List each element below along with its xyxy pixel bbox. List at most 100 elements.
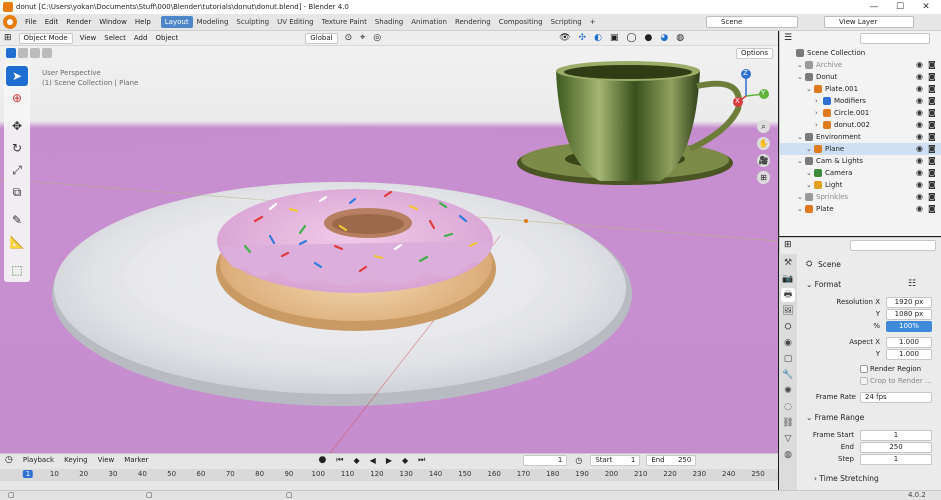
visibility-eye-icon[interactable]: ◉ — [916, 167, 923, 179]
render-visibility-icon[interactable]: ◙ — [928, 107, 936, 119]
menu-select[interactable]: Select — [100, 34, 130, 42]
gizmo-icon[interactable]: ✣ — [575, 33, 591, 43]
minimize-button[interactable]: — — [861, 0, 887, 14]
ortho-toggle-icon[interactable]: ⊞ — [757, 171, 770, 184]
outliner-row[interactable]: ⌄ Plate ◉ ◙ — [780, 203, 941, 215]
move-tool-icon[interactable]: ✥ — [6, 116, 28, 136]
expand-arrow-icon[interactable]: ⌄ — [806, 83, 812, 95]
physics-tab-icon[interactable]: ◌ — [781, 400, 795, 414]
render-visibility-icon[interactable]: ◙ — [928, 119, 936, 131]
outliner-row[interactable]: ⌄ Camera ◉ ◙ — [780, 167, 941, 179]
frame-rate-dropdown[interactable]: 24 fps — [860, 392, 932, 403]
render-visibility-icon[interactable]: ◙ — [928, 131, 936, 143]
select-tool-icon[interactable]: ➤ — [6, 66, 28, 86]
navigation-gizmo[interactable]: Z Y X — [728, 68, 772, 112]
timeline-editor-icon[interactable]: ◷ — [0, 455, 18, 465]
tool-tab-icon[interactable]: ⚒ — [781, 256, 795, 270]
expand-arrow-icon[interactable]: ⌄ — [806, 143, 812, 155]
expand-arrow-icon[interactable]: › — [815, 95, 818, 107]
pivot-icon[interactable]: ⊙ — [341, 33, 357, 43]
render-visibility-icon[interactable]: ◙ — [928, 143, 936, 155]
outliner-row[interactable]: ⌄ Archive ◉ ◙ — [780, 59, 941, 71]
aspect-x-field[interactable]: 1.000 — [886, 337, 932, 348]
current-frame-field[interactable]: 1 — [523, 454, 568, 466]
select-new-icon[interactable] — [6, 48, 16, 58]
view-layer-selector[interactable]: View Layer — [824, 16, 914, 28]
solid-shading-icon[interactable]: ● — [641, 33, 657, 43]
outliner-row[interactable]: › Modifiers ◉ ◙ — [780, 95, 941, 107]
menu-object[interactable]: Object — [151, 34, 182, 42]
start-frame-field[interactable]: Start 1 — [590, 454, 641, 466]
options-button[interactable]: Options — [736, 48, 774, 59]
view-layer-tab-icon[interactable]: 🖼 — [781, 304, 795, 318]
visibility-eye-icon[interactable]: ◉ — [916, 179, 923, 191]
mode-dropdown[interactable]: Object Mode — [18, 32, 73, 44]
pan-icon[interactable]: ✋ — [757, 137, 770, 150]
material-tab-icon[interactable]: ◍ — [781, 448, 795, 462]
outliner-row[interactable]: ⌄ Plate.001 ◉ ◙ — [780, 83, 941, 95]
data-tab-icon[interactable]: ▽ — [781, 432, 795, 446]
outliner-row[interactable]: ⌄ Cam & Lights ◉ ◙ — [780, 155, 941, 167]
visibility-eye-icon[interactable]: ◉ — [916, 191, 923, 203]
visibility-icon[interactable]: 👁 — [555, 33, 574, 43]
visibility-eye-icon[interactable]: ◉ — [916, 155, 923, 167]
scale-tool-icon[interactable]: ⤢ — [6, 160, 28, 180]
visibility-eye-icon[interactable]: ◉ — [916, 95, 923, 107]
render-visibility-icon[interactable]: ◙ — [928, 179, 936, 191]
aspect-y-field[interactable]: 1.000 — [886, 349, 932, 360]
outliner-row[interactable]: ⌄ Plane ◉ ◙ — [780, 143, 941, 155]
render-visibility-icon[interactable]: ◙ — [928, 203, 936, 215]
prev-keyframe-icon[interactable]: ◆ — [349, 456, 365, 465]
add-cube-tool-icon[interactable]: ⬚ — [6, 260, 28, 280]
menu-help[interactable]: Help — [131, 18, 155, 26]
visibility-eye-icon[interactable]: ◉ — [916, 119, 923, 131]
menu-marker[interactable]: Marker — [119, 456, 153, 464]
visibility-eye-icon[interactable]: ◉ — [916, 203, 923, 215]
transform-orientation-dropdown[interactable]: Global — [305, 32, 338, 44]
frame-start-field[interactable]: 1 — [860, 430, 932, 441]
expand-arrow-icon[interactable]: ⌄ — [797, 71, 803, 83]
preview-range-icon[interactable]: ◷ — [570, 456, 587, 465]
camera-view-icon[interactable]: 🎥 — [757, 154, 770, 167]
blender-menu-icon[interactable] — [3, 15, 17, 29]
modifier-tab-icon[interactable]: 🔧 — [781, 368, 795, 382]
tab-animation[interactable]: Animation — [407, 16, 451, 28]
render-visibility-icon[interactable]: ◙ — [928, 83, 936, 95]
resolution-y-field[interactable]: 1080 px — [886, 309, 932, 320]
overlay-icon[interactable]: ◐ — [590, 33, 606, 43]
tab-compositing[interactable]: Compositing — [495, 16, 547, 28]
tab-texture-paint[interactable]: Texture Paint — [318, 16, 371, 28]
xray-icon[interactable]: ▣ — [606, 33, 623, 43]
output-tab-icon[interactable]: 🖶 — [781, 288, 795, 302]
expand-arrow-icon[interactable]: ⌄ — [806, 179, 812, 191]
crop-to-render-checkbox[interactable] — [860, 377, 868, 385]
add-workspace-button[interactable]: + — [586, 16, 600, 28]
render-region-checkbox[interactable] — [860, 365, 868, 373]
outliner-row[interactable]: ⌄ Light ◉ ◙ — [780, 179, 941, 191]
expand-arrow-icon[interactable]: ⌄ — [797, 59, 803, 71]
expand-arrow-icon[interactable]: › — [815, 107, 818, 119]
outliner-row[interactable]: ⌄ Donut ◉ ◙ — [780, 71, 941, 83]
tab-sculpting[interactable]: Sculpting — [232, 16, 273, 28]
select-invert-icon[interactable] — [42, 48, 52, 58]
menu-window[interactable]: Window — [95, 18, 131, 26]
tab-layout[interactable]: Layout — [160, 16, 193, 28]
visibility-eye-icon[interactable]: ◉ — [916, 143, 923, 155]
render-visibility-icon[interactable]: ◙ — [928, 155, 936, 167]
expand-arrow-icon[interactable]: › — [815, 119, 818, 131]
render-visibility-icon[interactable]: ◙ — [928, 59, 936, 71]
tab-shading[interactable]: Shading — [371, 16, 407, 28]
object-tab-icon[interactable]: ▢ — [781, 352, 795, 366]
expand-arrow-icon[interactable]: ⌄ — [797, 191, 803, 203]
render-tab-icon[interactable]: 📷 — [781, 272, 795, 286]
measure-tool-icon[interactable]: 📐 — [6, 232, 28, 252]
visibility-eye-icon[interactable]: ◉ — [916, 131, 923, 143]
resolution-pct-field[interactable]: 100% — [886, 321, 932, 332]
resolution-x-field[interactable]: 1920 px — [886, 297, 932, 308]
render-visibility-icon[interactable]: ◙ — [928, 167, 936, 179]
timeline-ruler[interactable]: 1 10 20 30 40 50 60 70 80 90 100 110 120 130 140 150 160… — [0, 469, 778, 481]
3d-viewport[interactable] — [0, 31, 778, 453]
outliner-row[interactable]: Scene Collection — [780, 47, 941, 59]
editor-type-icon[interactable]: ⊞ — [0, 33, 16, 43]
tab-scripting[interactable]: Scripting — [547, 16, 586, 28]
